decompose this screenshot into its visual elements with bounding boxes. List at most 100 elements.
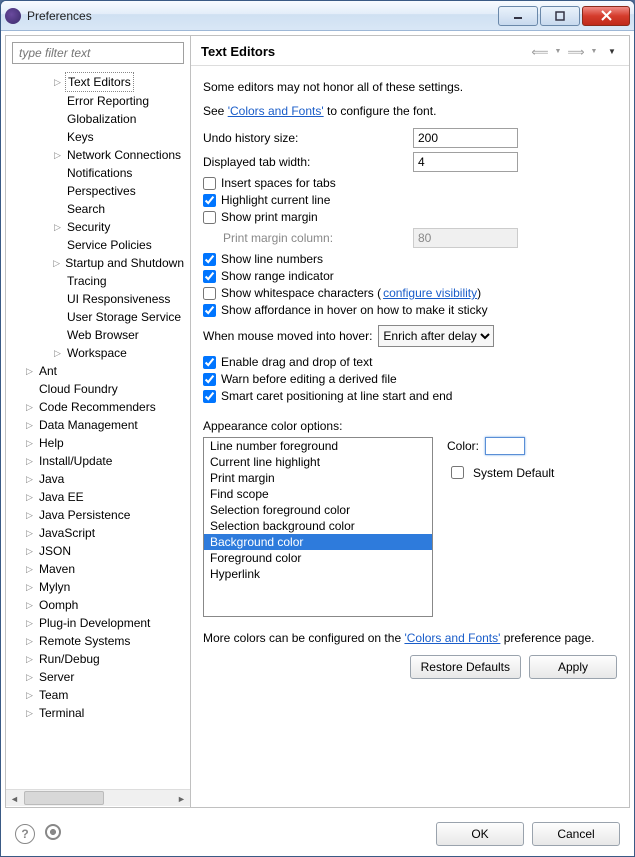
forward-icon[interactable]: ⟹ [569, 45, 583, 59]
color-option[interactable]: Find scope [204, 486, 432, 502]
tree-item[interactable]: ▷Plug-in Development [6, 614, 190, 632]
warn-derived-checkbox[interactable] [203, 373, 216, 386]
expand-icon[interactable]: ▷ [24, 452, 35, 470]
expand-icon[interactable]: ▷ [24, 398, 35, 416]
expand-icon[interactable]: ▷ [24, 668, 35, 686]
tree-item[interactable]: ▷Mylyn [6, 578, 190, 596]
tree-item[interactable]: ▷Security [6, 218, 190, 236]
color-option[interactable]: Background color [204, 534, 432, 550]
back-icon[interactable]: ⟸ [533, 45, 547, 59]
expand-icon[interactable]: ▷ [24, 470, 35, 488]
tree-item[interactable]: ▷Java [6, 470, 190, 488]
expand-icon[interactable]: ▷ [24, 650, 35, 668]
expand-icon[interactable]: ▷ [52, 344, 63, 362]
tree-item[interactable]: ▷Text Editors [6, 72, 190, 92]
colors-fonts-link-2[interactable]: 'Colors and Fonts' [404, 631, 500, 645]
tree-item[interactable]: ▷Keys [6, 128, 190, 146]
tree-item[interactable]: ▷Server [6, 668, 190, 686]
tree-item[interactable]: ▷Terminal [6, 704, 190, 722]
ok-button[interactable]: OK [436, 822, 524, 846]
close-button[interactable] [582, 6, 630, 26]
tree-item[interactable]: ▷UI Responsiveness [6, 290, 190, 308]
range-indicator-checkbox[interactable] [203, 270, 216, 283]
tree-item[interactable]: ▷Java EE [6, 488, 190, 506]
highlight-line-checkbox[interactable] [203, 194, 216, 207]
tree-item[interactable]: ▷Run/Debug [6, 650, 190, 668]
tree-item[interactable]: ▷Globalization [6, 110, 190, 128]
import-export-icon[interactable] [45, 824, 61, 840]
tree-item[interactable]: ▷User Storage Service [6, 308, 190, 326]
expand-icon[interactable]: ▷ [24, 578, 35, 596]
tab-width-input[interactable] [413, 152, 518, 172]
tree-item[interactable]: ▷Perspectives [6, 182, 190, 200]
expand-icon[interactable]: ▷ [52, 254, 61, 272]
scrollbar-thumb[interactable] [24, 791, 104, 805]
minimize-button[interactable] [498, 6, 538, 26]
colors-fonts-link[interactable]: 'Colors and Fonts' [228, 104, 324, 118]
configure-visibility-link[interactable]: configure visibility [383, 286, 477, 300]
tree-item[interactable]: ▷Cloud Foundry [6, 380, 190, 398]
color-options-list[interactable]: Line number foregroundCurrent line highl… [203, 437, 433, 617]
undo-history-input[interactable] [413, 128, 518, 148]
color-swatch-button[interactable] [485, 437, 525, 455]
tree-horizontal-scrollbar[interactable]: ◄ ► [6, 789, 190, 806]
expand-icon[interactable]: ▷ [24, 704, 35, 722]
tree-item[interactable]: ▷Service Policies [6, 236, 190, 254]
expand-icon[interactable]: ▷ [24, 542, 35, 560]
tree-item[interactable]: ▷Tracing [6, 272, 190, 290]
tree-item[interactable]: ▷Code Recommenders [6, 398, 190, 416]
tree-item[interactable]: ▷Startup and Shutdown [6, 254, 190, 272]
cancel-button[interactable]: Cancel [532, 822, 620, 846]
tree-item[interactable]: ▷Network Connections [6, 146, 190, 164]
maximize-button[interactable] [540, 6, 580, 26]
hover-select[interactable]: Enrich after delay [378, 325, 494, 347]
titlebar[interactable]: Preferences [1, 1, 634, 31]
tree-item[interactable]: ▷Error Reporting [6, 92, 190, 110]
color-option[interactable]: Line number foreground [204, 438, 432, 454]
color-option[interactable]: Foreground color [204, 550, 432, 566]
tree-item[interactable]: ▷Workspace [6, 344, 190, 362]
expand-icon[interactable]: ▷ [24, 416, 35, 434]
help-icon[interactable]: ? [15, 824, 35, 844]
filter-input[interactable] [12, 42, 184, 64]
tree-item[interactable]: ▷JavaScript [6, 524, 190, 542]
expand-icon[interactable]: ▷ [52, 146, 63, 164]
expand-icon[interactable]: ▷ [24, 614, 35, 632]
color-option[interactable]: Selection foreground color [204, 502, 432, 518]
show-margin-checkbox[interactable] [203, 211, 216, 224]
color-option[interactable]: Print margin [204, 470, 432, 486]
color-option[interactable]: Selection background color [204, 518, 432, 534]
expand-icon[interactable]: ▷ [52, 73, 63, 91]
category-tree[interactable]: ▷Text Editors▷Error Reporting▷Globalizat… [6, 70, 190, 789]
tree-item[interactable]: ▷JSON [6, 542, 190, 560]
tree-item[interactable]: ▷Maven [6, 560, 190, 578]
tree-item[interactable]: ▷Web Browser [6, 326, 190, 344]
back-menu-icon[interactable]: ▼ [551, 45, 565, 59]
insert-spaces-checkbox[interactable] [203, 177, 216, 190]
tree-item[interactable]: ▷Ant [6, 362, 190, 380]
expand-icon[interactable]: ▷ [24, 560, 35, 578]
tree-item[interactable]: ▷Oomph [6, 596, 190, 614]
expand-icon[interactable]: ▷ [24, 488, 35, 506]
whitespace-checkbox[interactable] [203, 287, 216, 300]
tree-item[interactable]: ▷Java Persistence [6, 506, 190, 524]
apply-button[interactable]: Apply [529, 655, 617, 679]
tree-item[interactable]: ▷Install/Update [6, 452, 190, 470]
tree-item[interactable]: ▷Help [6, 434, 190, 452]
expand-icon[interactable]: ▷ [24, 506, 35, 524]
tree-item[interactable]: ▷Team [6, 686, 190, 704]
tree-item[interactable]: ▷Notifications [6, 164, 190, 182]
line-numbers-checkbox[interactable] [203, 253, 216, 266]
expand-icon[interactable]: ▷ [24, 632, 35, 650]
expand-icon[interactable]: ▷ [24, 524, 35, 542]
color-option[interactable]: Current line highlight [204, 454, 432, 470]
system-default-checkbox[interactable] [451, 466, 464, 479]
tree-item[interactable]: ▷Remote Systems [6, 632, 190, 650]
tree-item[interactable]: ▷Search [6, 200, 190, 218]
restore-defaults-button[interactable]: Restore Defaults [410, 655, 521, 679]
expand-icon[interactable]: ▷ [24, 434, 35, 452]
forward-menu-icon[interactable]: ▼ [587, 45, 601, 59]
drag-drop-checkbox[interactable] [203, 356, 216, 369]
tree-item[interactable]: ▷Data Management [6, 416, 190, 434]
expand-icon[interactable]: ▷ [24, 362, 35, 380]
